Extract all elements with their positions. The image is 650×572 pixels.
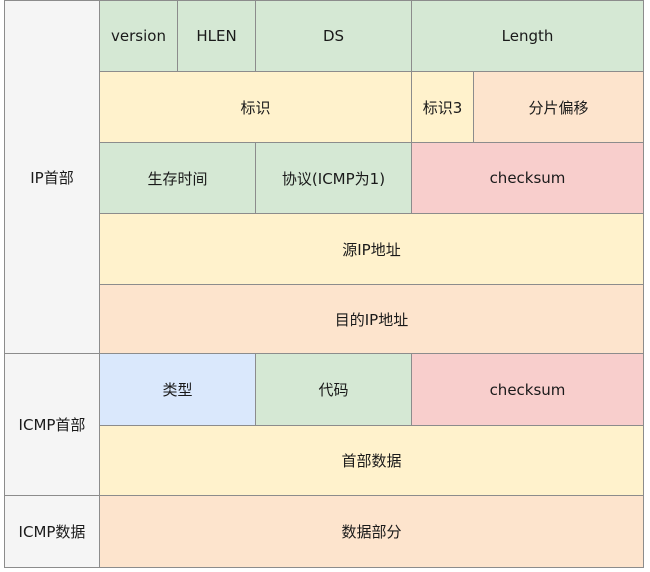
icmp-type-field: 类型 [99,353,256,426]
fragment-offset-field: 分片偏移 [473,71,644,143]
icmp-checksum-field: checksum [411,353,644,426]
dest-ip-field: 目的IP地址 [99,284,644,354]
identification-field: 标识 [99,71,412,143]
ip-checksum-field: checksum [411,142,644,214]
icmp-code-field: 代码 [255,353,412,426]
protocol-field: 协议(ICMP为1) [255,142,412,214]
ip-header-label: IP首部 [4,0,100,354]
length-field: Length [411,0,644,72]
ds-field: DS [255,0,412,72]
flags-field: 标识3 [411,71,474,143]
icmp-header-data-field: 首部数据 [99,425,644,496]
version-field: version [99,0,178,72]
ttl-field: 生存时间 [99,142,256,214]
icmp-data-part-field: 数据部分 [99,495,644,568]
hlen-field: HLEN [177,0,256,72]
icmp-data-label: ICMP数据 [4,495,100,568]
source-ip-field: 源IP地址 [99,213,644,285]
icmp-header-label: ICMP首部 [4,353,100,496]
